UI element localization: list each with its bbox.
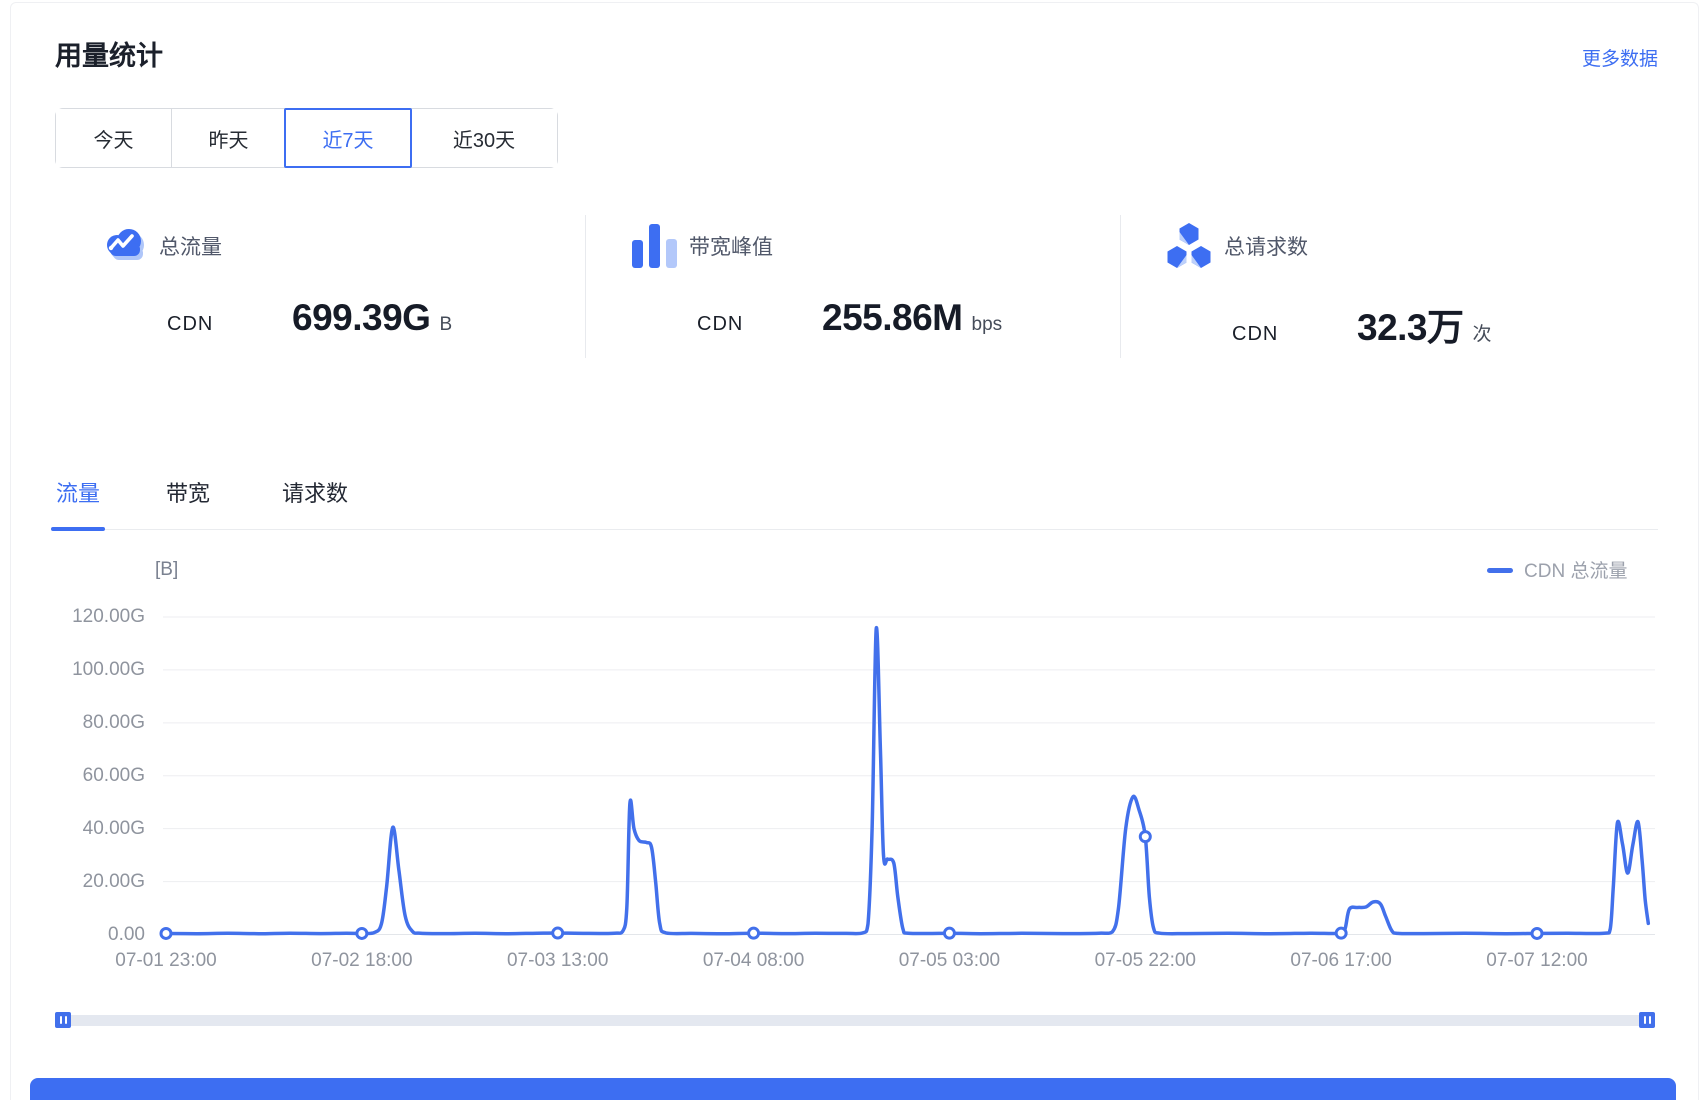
chart-marker <box>1532 928 1542 938</box>
stat-label: 总流量 <box>159 231 222 261</box>
cloud-traffic-icon <box>100 221 148 271</box>
chart-marker <box>357 928 367 938</box>
x-axis-label: 07-06 17:00 <box>1261 950 1421 972</box>
chart-line <box>166 628 1648 934</box>
datazoom-slider-track[interactable] <box>55 1015 1655 1026</box>
stat-unit: bps <box>972 314 1003 336</box>
range-tab-today[interactable]: 今天 <box>56 109 171 167</box>
stat-value-row: CDN 255.86M bps <box>697 297 1002 339</box>
bar-chart-icon <box>630 221 678 271</box>
x-axis-label: 07-04 08:00 <box>674 950 834 972</box>
chart-marker <box>749 928 759 938</box>
stat-card-bandwidth-peak: 带宽峰值 CDN 255.86M bps <box>585 205 1120 360</box>
y-axis-label: 100.00G <box>35 658 145 682</box>
stat-value: 32.3万 <box>1357 297 1464 351</box>
x-axis-label: 07-01 23:00 <box>86 950 246 972</box>
tabs-divider <box>52 529 1658 530</box>
stat-card-total-requests: 总请求数 CDN 32.3万 次 <box>1120 205 1655 360</box>
more-data-link[interactable]: 更多数据 <box>1582 44 1658 71</box>
y-axis-label: 20.00G <box>35 870 145 894</box>
stat-value: 699.39G <box>292 297 430 339</box>
stat-label: 总请求数 <box>1224 231 1308 261</box>
datazoom-handle-right[interactable] <box>1639 1012 1655 1028</box>
chart-unit-label: [B] <box>155 559 178 581</box>
stat-product: CDN <box>1232 323 1357 346</box>
stat-card-total-traffic: 总流量 CDN 699.39G B <box>55 205 585 360</box>
x-axis-label: 07-02 18:00 <box>282 950 442 972</box>
date-range-tab-group: 今天 昨天 近7天 近30天 <box>55 108 558 168</box>
stat-unit: B <box>439 314 452 336</box>
legend-dash-icon <box>1487 568 1513 573</box>
stat-value-row: CDN 32.3万 次 <box>1232 297 1492 351</box>
chart-marker <box>944 928 954 938</box>
y-axis-label: 120.00G <box>35 605 145 629</box>
range-tab-last-7-days[interactable]: 近7天 <box>284 108 412 168</box>
active-tab-underline <box>51 527 105 531</box>
y-axis-label: 80.00G <box>35 711 145 735</box>
cubes-icon <box>1165 221 1213 271</box>
usage-statistics-panel: 用量统计 更多数据 今天 昨天 近7天 近30天 总流量 CDN 699.39G <box>0 0 1706 1100</box>
stat-label: 带宽峰值 <box>689 231 773 261</box>
chart-marker <box>553 928 563 938</box>
metric-tab-requests[interactable]: 请求数 <box>273 476 357 508</box>
stat-value: 255.86M <box>822 297 963 339</box>
page-title: 用量统计 <box>55 34 163 73</box>
chart-marker <box>1140 832 1150 842</box>
metric-tab-bandwidth[interactable]: 带宽 <box>161 476 215 508</box>
stat-value-row: CDN 699.39G B <box>167 297 452 339</box>
x-axis-label: 07-03 13:00 <box>478 950 638 972</box>
y-axis-label: 0.00 <box>35 923 145 947</box>
y-axis-label: 60.00G <box>35 764 145 788</box>
x-axis-label: 07-05 03:00 <box>869 950 1029 972</box>
pause-icon <box>60 1016 67 1024</box>
x-axis-label: 07-05 22:00 <box>1065 950 1225 972</box>
x-axis-label: 07-07 12:00 <box>1457 950 1617 972</box>
chart-marker <box>1336 928 1346 938</box>
chart-legend[interactable]: CDN 总流量 <box>1487 556 1627 583</box>
range-tab-last-30-days[interactable]: 近30天 <box>411 109 557 167</box>
stat-product: CDN <box>697 313 822 336</box>
stat-unit: 次 <box>1473 319 1492 346</box>
pause-icon <box>1644 1016 1651 1024</box>
datazoom-handle-left[interactable] <box>55 1012 71 1028</box>
metric-tab-traffic[interactable]: 流量 <box>51 476 105 508</box>
chart-marker <box>161 928 171 938</box>
range-tab-yesterday[interactable]: 昨天 <box>171 109 285 167</box>
legend-label: CDN 总流量 <box>1524 556 1627 583</box>
y-axis-label: 40.00G <box>35 817 145 841</box>
bottom-primary-bar[interactable] <box>30 1078 1676 1100</box>
stat-product: CDN <box>167 313 292 336</box>
